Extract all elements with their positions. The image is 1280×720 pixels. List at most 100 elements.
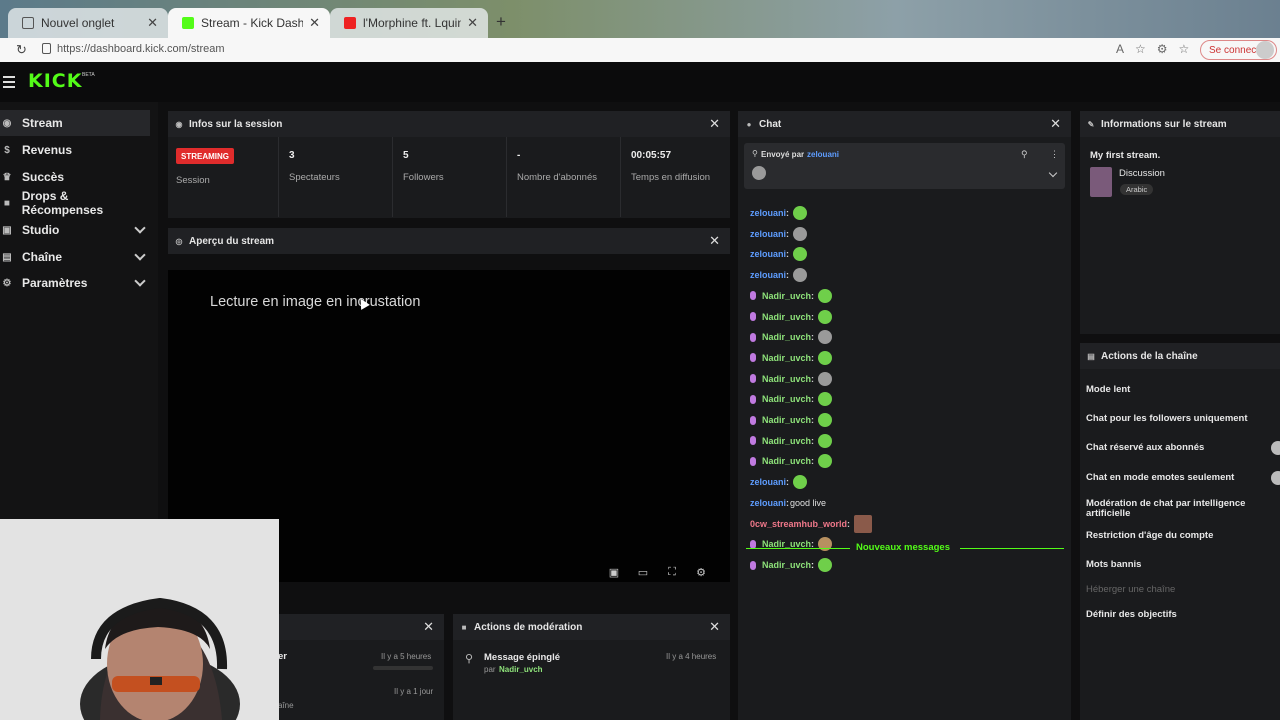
chat-username[interactable]: Nadir_uvch bbox=[762, 332, 811, 342]
chat-message[interactable]: Nadir_uvch: bbox=[750, 391, 833, 407]
channel-action-item[interactable]: Modération de chat par intelligence arti… bbox=[1086, 499, 1266, 519]
channel-action-item[interactable]: Chat pour les followers uniquement bbox=[1086, 413, 1248, 424]
chat-username[interactable]: zelouani bbox=[750, 249, 786, 259]
webcam-overlay bbox=[0, 519, 279, 720]
sidebar-item-parametres[interactable]: ⚙ Paramètres bbox=[0, 270, 150, 296]
more-options-icon[interactable]: ⋮ bbox=[1050, 149, 1059, 160]
emote-icon bbox=[793, 268, 808, 283]
chat-message[interactable]: zelouani: good live bbox=[750, 495, 826, 511]
panel-header: ▤ Actions de la chaîne bbox=[1080, 343, 1280, 369]
browser-tab-new[interactable]: Nouvel onglet ✕ bbox=[8, 8, 168, 38]
channel-action-item[interactable]: Restriction d'âge du compte bbox=[1086, 530, 1213, 541]
close-icon[interactable]: ✕ bbox=[147, 15, 158, 31]
chat-username[interactable]: Nadir_uvch bbox=[762, 291, 811, 301]
chat-message[interactable]: Nadir_uvch: bbox=[750, 329, 833, 345]
read-aloud-icon[interactable]: A bbox=[1116, 42, 1124, 56]
chat-username[interactable]: Nadir_uvch bbox=[762, 394, 811, 404]
sidebar-item-studio[interactable]: ▣ Studio bbox=[0, 217, 150, 243]
extensions-icon[interactable]: ⚙ bbox=[1157, 42, 1168, 56]
chat-message[interactable]: Nadir_uvch: bbox=[750, 371, 833, 387]
unpin-icon[interactable]: ⚲ bbox=[1021, 149, 1028, 160]
gear-icon: ⚙ bbox=[2, 277, 12, 289]
chat-message[interactable]: Nadir_uvch: bbox=[750, 433, 833, 449]
new-tab-button[interactable]: + bbox=[496, 12, 506, 32]
close-icon[interactable]: ✕ bbox=[709, 233, 720, 249]
chat-text: good live bbox=[790, 497, 827, 508]
microphone-badge-icon bbox=[750, 415, 756, 425]
kick-favicon-icon bbox=[182, 17, 194, 29]
settings-gear-icon[interactable]: ⚙ bbox=[695, 566, 707, 579]
chat-username[interactable]: Nadir_uvch bbox=[762, 312, 811, 322]
url-field[interactable]: https://dashboard.kick.com/stream bbox=[57, 43, 225, 55]
close-icon[interactable]: ✕ bbox=[709, 116, 720, 132]
close-icon[interactable]: ✕ bbox=[309, 15, 320, 31]
channel-action-item[interactable]: Chat réservé aux abonnés bbox=[1086, 442, 1204, 453]
close-icon[interactable]: ✕ bbox=[709, 619, 720, 635]
browser-tab-youtube[interactable]: l'Morphine ft. Lquinze - DIAM ✕ bbox=[330, 8, 488, 38]
chat-message[interactable]: Nadir_uvch: bbox=[750, 350, 833, 366]
chat-username[interactable]: zelouani bbox=[750, 498, 786, 508]
chat-message[interactable]: zelouani: bbox=[750, 205, 808, 221]
chat-message[interactable]: Nadir_uvch: bbox=[750, 453, 833, 469]
emote-icon bbox=[818, 413, 833, 427]
chat-message[interactable]: zelouani: bbox=[750, 474, 808, 490]
chat-message[interactable]: Nadir_uvch: bbox=[750, 557, 833, 573]
dollar-icon: $ bbox=[4, 144, 10, 156]
browser-tab-kick[interactable]: Stream - Kick Dashboard ✕ bbox=[168, 8, 330, 38]
sidebar-item-drops[interactable]: ■ Drops & Récompenses bbox=[0, 189, 150, 217]
category-thumbnail[interactable] bbox=[1090, 167, 1112, 197]
stream-info-panel: ✎ Informations sur le stream My first st… bbox=[1080, 111, 1280, 334]
close-icon[interactable]: ✕ bbox=[467, 15, 478, 31]
pinned-message[interactable]: ⚲ Envoyé par zelouani ⚲ ⋮ bbox=[744, 143, 1065, 189]
kick-logo[interactable]: KICK bbox=[28, 70, 82, 92]
channel-action-item[interactable]: Chat en mode emotes seulement bbox=[1086, 472, 1234, 483]
chat-message[interactable]: zelouani: bbox=[750, 226, 808, 242]
sidebar-item-succes[interactable]: ♛ Succès bbox=[0, 164, 150, 190]
chat-message[interactable]: Nadir_uvch: bbox=[750, 309, 833, 325]
chat-message[interactable]: Nadir_uvch: bbox=[750, 288, 833, 304]
reload-icon[interactable]: ↻ bbox=[16, 42, 27, 58]
emote-icon bbox=[793, 206, 808, 220]
channel-actions-panel: ▤ Actions de la chaîne Mode lent Chat pou… bbox=[1080, 343, 1280, 720]
channel-action-item[interactable]: Définir des objectifs bbox=[1086, 609, 1177, 620]
pin-icon: ⚲ bbox=[465, 653, 474, 665]
theater-mode-icon[interactable]: ▭ bbox=[637, 566, 649, 579]
chat-username[interactable]: Nadir_uvch bbox=[762, 374, 811, 384]
profile-avatar[interactable] bbox=[1256, 41, 1274, 59]
microphone-badge-icon bbox=[750, 291, 756, 301]
sidebar-item-revenus[interactable]: $ Revenus bbox=[0, 137, 150, 163]
toggle-switch[interactable] bbox=[1271, 441, 1280, 455]
sidebar-item-chaine[interactable]: ▤ Chaîne bbox=[0, 244, 150, 270]
chat-username[interactable]: zelouani bbox=[750, 270, 786, 280]
close-icon[interactable]: ✕ bbox=[423, 619, 434, 635]
chat-username[interactable]: zelouani bbox=[750, 229, 786, 239]
emote-icon bbox=[793, 226, 808, 241]
sidebar-item-stream[interactable]: ◉ Stream bbox=[0, 110, 150, 136]
chat-message[interactable]: zelouani: bbox=[750, 246, 808, 262]
close-icon[interactable]: ✕ bbox=[1050, 116, 1061, 132]
favorites-icon[interactable]: ☆ bbox=[1179, 42, 1190, 56]
chevron-down-icon[interactable] bbox=[1048, 168, 1058, 178]
fullscreen-icon[interactable]: ⛶ bbox=[666, 566, 678, 578]
chat-message[interactable]: zelouani: bbox=[750, 267, 808, 283]
channel-action-item[interactable]: Mots bannis bbox=[1086, 559, 1141, 570]
chat-username[interactable]: Nadir_uvch bbox=[762, 353, 811, 363]
favorite-star-icon[interactable]: ☆ bbox=[1135, 42, 1146, 56]
chat-username[interactable]: zelouani bbox=[750, 477, 786, 487]
lock-icon[interactable] bbox=[42, 43, 51, 54]
chat-username[interactable]: zelouani bbox=[750, 208, 786, 218]
microphone-badge-icon bbox=[750, 353, 756, 363]
chat-username[interactable]: Nadir_uvch bbox=[762, 436, 811, 446]
channel-action-item[interactable]: Mode lent bbox=[1086, 384, 1130, 395]
chat-panel: ● Chat ✕ ⚲ Envoyé par zelouani ⚲ ⋮ zelou… bbox=[738, 111, 1071, 720]
chat-username[interactable]: Nadir_uvch bbox=[762, 415, 811, 425]
pip-icon[interactable]: ▣ bbox=[608, 566, 620, 579]
chat-message[interactable]: Nadir_uvch: bbox=[750, 412, 833, 428]
chevron-down-icon bbox=[134, 222, 146, 234]
menu-icon[interactable] bbox=[3, 76, 15, 91]
emote-icon bbox=[818, 454, 833, 469]
chat-username[interactable]: Nadir_uvch bbox=[762, 456, 811, 466]
chat-username[interactable]: 0cw_streamhub_world bbox=[750, 519, 847, 529]
chat-message[interactable]: 0cw_streamhub_world: bbox=[750, 514, 873, 533]
toggle-switch[interactable] bbox=[1271, 471, 1280, 485]
